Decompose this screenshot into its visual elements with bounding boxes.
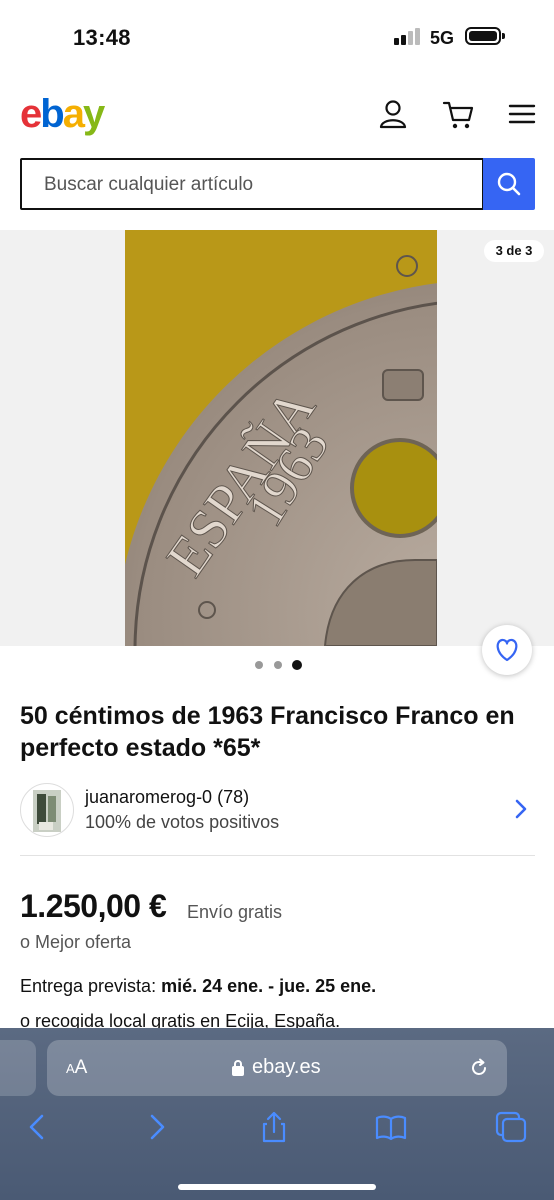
logo-letter: b [40,92,64,136]
item-price: 1.250,00 € [20,888,167,924]
coin-photo: ESPAÑA 1963 [125,230,437,646]
lock-icon [232,1060,244,1076]
search-bar: Buscar cualquier artículo [20,158,535,210]
search-input[interactable]: Buscar cualquier artículo [20,158,484,210]
reload-icon[interactable] [467,1056,491,1080]
search-button[interactable] [483,158,535,210]
logo-letter: e [20,92,42,136]
browser-toolbar: AAAA ebay.es [0,1028,554,1200]
bookmarks-icon[interactable] [374,1110,408,1144]
previous-tab[interactable] [0,1040,36,1096]
shipping-info: Envío gratis [187,902,283,922]
pagination-dot-active[interactable] [292,660,302,670]
network-type: 5G [430,28,455,48]
delivery-label: Entrega prevista: [20,976,162,996]
url-text[interactable]: ebay.es [252,1056,321,1079]
tabs-icon[interactable] [494,1110,528,1144]
pagination-dot[interactable] [274,661,282,669]
chevron-right-icon[interactable] [513,798,529,820]
logo-letter: a [62,92,85,136]
image-counter: 3 de 3 [484,240,544,262]
home-indicator [178,1184,376,1190]
cart-icon[interactable] [440,96,476,132]
seller-avatar[interactable] [20,783,74,837]
listing-title: 50 céntimos de 1963 Francisco Franco en … [20,702,515,762]
search-icon [497,172,521,196]
share-icon[interactable] [257,1110,291,1144]
status-bar: 13:48 5G [0,0,554,76]
status-time: 13:48 [73,25,131,50]
seller-rating: 100% de votos positivos [85,812,280,832]
gallery-pagination[interactable] [255,659,305,671]
search-placeholder: Buscar cualquier artículo [44,174,254,195]
site-header: ebay [0,76,554,156]
pagination-dot[interactable] [255,661,263,669]
forward-icon[interactable] [140,1110,174,1144]
seller-info[interactable]: juanaromerog-0 (78) 100% de votos positi… [20,780,535,840]
menu-icon[interactable] [504,96,540,132]
logo-letter: y [82,92,105,136]
delivery-estimate: Entrega prevista: mié. 24 ene. - jue. 25… [20,976,376,997]
image-gallery[interactable]: ESPAÑA 1963 [0,230,554,646]
delivery-dates: mié. 24 ene. - jue. 25 ene. [161,976,377,996]
divider [20,855,535,856]
address-bar[interactable]: AAAA ebay.es [47,1040,507,1096]
heart-icon [496,638,518,662]
user-icon[interactable] [375,96,411,132]
ebay-logo[interactable]: ebay [20,92,105,137]
best-offer-label: o Mejor oferta [20,932,132,952]
reader-options-button[interactable]: AAAA [66,1057,87,1079]
seller-name[interactable]: juanaromerog-0 (78) [85,787,249,808]
watchlist-button[interactable] [482,625,532,675]
back-icon[interactable] [20,1110,54,1144]
